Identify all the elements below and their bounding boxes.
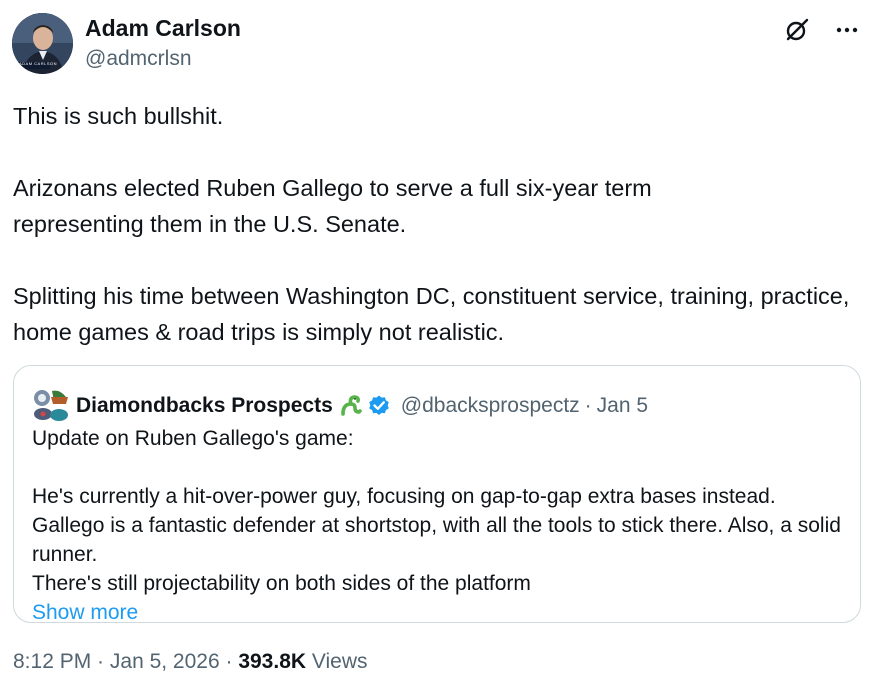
meta-separator: · (219, 650, 239, 673)
tweet-actions-top (782, 15, 862, 45)
quoted-date[interactable]: Jan 5 (597, 394, 648, 418)
quoted-avatar[interactable] (32, 387, 70, 425)
tweet-paragraph: This is such bullshit. (13, 103, 224, 129)
quoted-author-name: Diamondbacks Prospects (76, 394, 333, 417)
quoted-author-handle: @dbacksprospectz (400, 394, 580, 417)
paragraph-spacer (13, 242, 873, 278)
tweet-paragraph: Arizonans elected Ruben Gallego to serve… (13, 175, 652, 237)
snake-emoji-icon (339, 394, 363, 418)
tweet-time[interactable]: 8:12 PM (13, 650, 91, 673)
tweet-date[interactable]: Jan 5, 2026 (110, 650, 220, 673)
avatar-caption: ADAM CARLSON (19, 61, 58, 66)
quoted-tweet-text: Update on Ruben Gallego's game: He's cur… (32, 424, 842, 627)
paragraph-spacer (13, 134, 873, 170)
tweet-meta: 8:12 PM · Jan 5, 2026 · 393.8K Views (13, 650, 368, 674)
quoted-paragraph-truncated: There's still projectability on both sid… (32, 572, 531, 595)
show-more-link[interactable]: Show more (32, 601, 138, 624)
quoted-tweet-header: Diamondbacks Prospects @dbacksprospectz … (32, 387, 648, 425)
views-count: 393.8K (238, 650, 307, 673)
grok-icon[interactable] (782, 15, 812, 45)
verified-badge-icon[interactable] (367, 394, 391, 418)
avatar[interactable]: ADAM CARLSON (12, 13, 73, 74)
paragraph-spacer (32, 453, 842, 482)
meta-separator: · (91, 650, 110, 673)
quoted-paragraph: He's currently a hit-over-power guy, foc… (32, 485, 841, 566)
tweet-paragraph: Splitting his time between Washington DC… (13, 283, 850, 345)
author-name[interactable]: Adam Carlson (85, 15, 241, 42)
quoted-paragraph: Update on Ruben Gallego's game: (32, 427, 354, 450)
quoted-tweet[interactable]: Diamondbacks Prospects @dbacksprospectz … (13, 365, 861, 624)
more-icon[interactable] (832, 15, 862, 45)
quoted-separator: · (584, 394, 592, 417)
views-label: Views (306, 650, 368, 673)
tweet-text: This is such bullshit. Arizonans elected… (13, 98, 873, 350)
author-handle[interactable]: @admcrlsn (85, 47, 192, 71)
